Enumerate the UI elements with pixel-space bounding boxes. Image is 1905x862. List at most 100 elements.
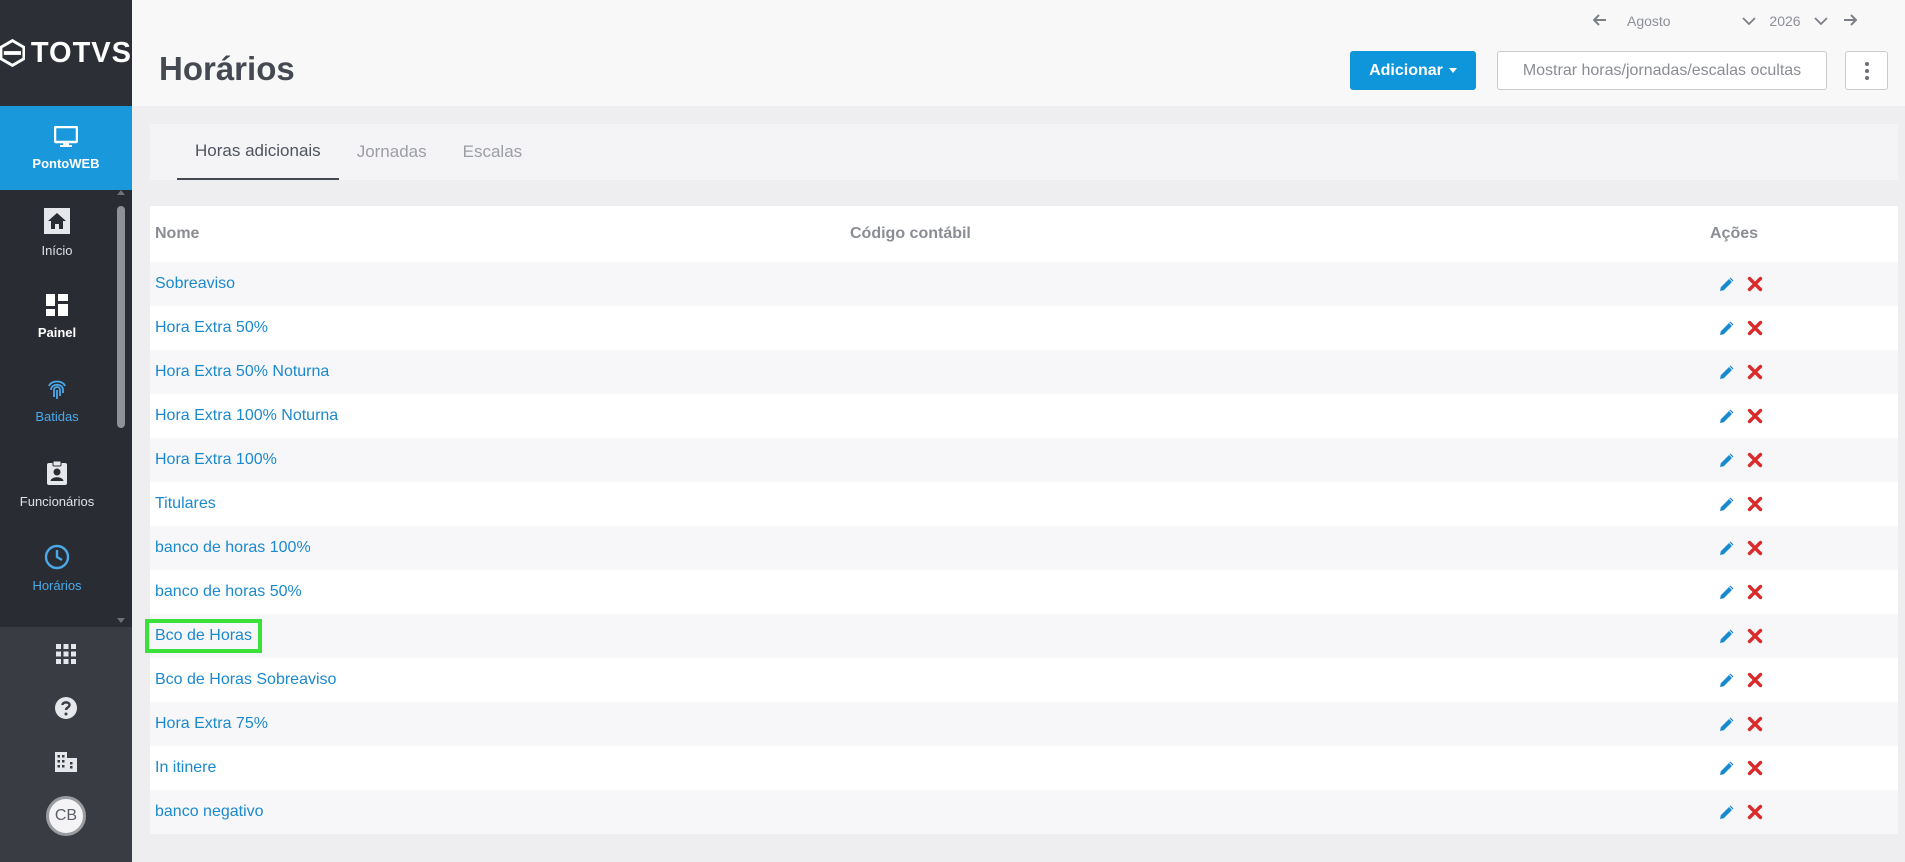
row-actions [1710, 803, 1898, 821]
row-name-link[interactable]: banco negativo [150, 803, 850, 821]
edit-pencil-icon[interactable] [1718, 627, 1736, 645]
row-name-link[interactable]: Hora Extra 100% [150, 451, 850, 469]
more-options-button[interactable] [1845, 51, 1888, 90]
delete-x-icon[interactable] [1746, 539, 1764, 557]
totvs-logo[interactable]: TOTVS [0, 0, 132, 106]
delete-x-icon[interactable] [1746, 671, 1764, 689]
edit-pencil-icon[interactable] [1718, 539, 1736, 557]
row-name-link[interactable]: Hora Extra 50% Noturna [150, 363, 850, 381]
apps-button[interactable] [0, 627, 132, 681]
table-row: Hora Extra 75% [150, 702, 1898, 746]
edit-pencil-icon[interactable] [1718, 275, 1736, 293]
hours-table: Nome Código contábil Ações Sobreaviso Hor… [145, 206, 1898, 834]
sidebar-item-horarios[interactable]: Horários [0, 526, 132, 610]
date-navigator: Agosto 2026 [1585, 13, 1865, 29]
year-dropdown-toggle[interactable] [1807, 16, 1835, 26]
row-name-link[interactable]: Hora Extra 100% Noturna [150, 407, 850, 425]
sidebar-item-painel[interactable]: Painel [0, 274, 132, 358]
sidebar-item-inicio[interactable]: Início [0, 190, 132, 274]
delete-x-icon[interactable] [1746, 407, 1764, 425]
row-name-text: Hora Extra 100% [155, 451, 277, 468]
row-name-text: banco de horas 100% [155, 539, 311, 556]
user-menu[interactable]: CB [0, 789, 132, 843]
tab-horas-adicionais[interactable]: Horas adicionais [177, 124, 339, 180]
month-select[interactable]: Agosto [1615, 13, 1735, 29]
sidebar-item-batidas[interactable]: Batidas [0, 358, 132, 442]
edit-pencil-icon[interactable] [1718, 759, 1736, 777]
row-name-text: banco de horas 50% [155, 583, 302, 600]
tab-jornadas[interactable]: Jornadas [339, 124, 445, 180]
kebab-menu-icon [1864, 61, 1869, 66]
prev-month-button[interactable] [1585, 13, 1615, 29]
edit-pencil-icon[interactable] [1718, 671, 1736, 689]
delete-x-icon[interactable] [1746, 451, 1764, 469]
edit-pencil-icon[interactable] [1718, 407, 1736, 425]
row-name-link[interactable]: banco de horas 100% [150, 539, 850, 557]
table-row: Bco de Horas [145, 614, 1898, 658]
tab-bar: Horas adicionais Jornadas Escalas [150, 124, 1898, 180]
page-header: Horários Agosto 2026 Adicionar Mostrar h… [132, 0, 1905, 106]
row-name-text: Hora Extra 50% [155, 319, 268, 336]
row-name-text: Bco de Horas Sobreaviso [155, 671, 337, 688]
row-actions [1710, 539, 1898, 557]
scrollbar-up-arrow[interactable] [117, 190, 125, 195]
row-name-link[interactable]: Sobreaviso [150, 275, 850, 293]
column-header-code[interactable]: Código contábil [850, 225, 1710, 243]
delete-x-icon[interactable] [1746, 495, 1764, 513]
delete-x-icon[interactable] [1746, 319, 1764, 337]
edit-pencil-icon[interactable] [1718, 319, 1736, 337]
delete-x-icon[interactable] [1746, 803, 1764, 821]
table-row: banco de horas 50% [150, 570, 1898, 614]
row-name-link[interactable]: Bco de Horas Sobreaviso [150, 671, 850, 689]
edit-pencil-icon[interactable] [1718, 803, 1736, 821]
monitor-icon [54, 125, 78, 147]
building-icon [55, 752, 77, 772]
row-name-text: Sobreaviso [155, 275, 236, 292]
next-month-button[interactable] [1835, 13, 1865, 29]
row-actions [1710, 495, 1898, 513]
delete-x-icon[interactable] [1746, 759, 1764, 777]
row-name-text: Hora Extra 75% [155, 715, 268, 732]
table-row: In itinere [150, 746, 1898, 790]
edit-pencil-icon[interactable] [1718, 715, 1736, 733]
sidebar-item-label: Início [41, 242, 73, 258]
sidebar-scrollbar[interactable] [117, 206, 125, 428]
add-button[interactable]: Adicionar [1350, 51, 1476, 90]
table-header: Nome Código contábil Ações [150, 206, 1898, 262]
help-button[interactable] [0, 681, 132, 735]
module-pontoweb[interactable]: PontoWEB [0, 106, 132, 200]
scrollbar-down-arrow[interactable] [117, 618, 125, 623]
column-header-actions: Ações [1710, 225, 1759, 242]
delete-x-icon[interactable] [1746, 275, 1764, 293]
year-select[interactable]: 2026 [1763, 13, 1807, 29]
row-actions [1710, 759, 1898, 777]
row-name-link[interactable]: banco de horas 50% [150, 583, 850, 601]
sidebar-item-funcionarios[interactable]: Funcionários [0, 442, 132, 526]
table-row: banco negativo [150, 790, 1898, 834]
arrow-left-icon [1592, 14, 1606, 26]
show-hidden-button[interactable]: Mostrar horas/jornadas/escalas ocultas [1497, 51, 1827, 90]
table-body: Sobreaviso Hora Extra 50% Hora Extra 50% N… [145, 262, 1898, 834]
row-actions [1710, 319, 1898, 337]
row-name-link[interactable]: In itinere [150, 759, 850, 777]
delete-x-icon[interactable] [1746, 715, 1764, 733]
row-name-text: Titulares [155, 495, 216, 512]
row-name-link[interactable]: Hora Extra 50% [150, 319, 850, 337]
column-header-name[interactable]: Nome [150, 225, 850, 243]
row-name-link[interactable]: Hora Extra 75% [150, 715, 850, 733]
clock-icon [44, 544, 70, 569]
delete-x-icon[interactable] [1746, 363, 1764, 381]
edit-pencil-icon[interactable] [1718, 451, 1736, 469]
tab-escalas[interactable]: Escalas [445, 124, 541, 180]
delete-x-icon[interactable] [1746, 583, 1764, 601]
brand-name: TOTVS [30, 36, 132, 69]
edit-pencil-icon[interactable] [1718, 495, 1736, 513]
row-actions [1710, 363, 1898, 381]
delete-x-icon[interactable] [1746, 627, 1764, 645]
edit-pencil-icon[interactable] [1718, 583, 1736, 601]
company-button[interactable] [0, 735, 132, 789]
row-name-link[interactable]: Bco de Horas [145, 619, 850, 653]
row-name-link[interactable]: Titulares [150, 495, 850, 513]
month-dropdown-toggle[interactable] [1735, 16, 1763, 26]
edit-pencil-icon[interactable] [1718, 363, 1736, 381]
